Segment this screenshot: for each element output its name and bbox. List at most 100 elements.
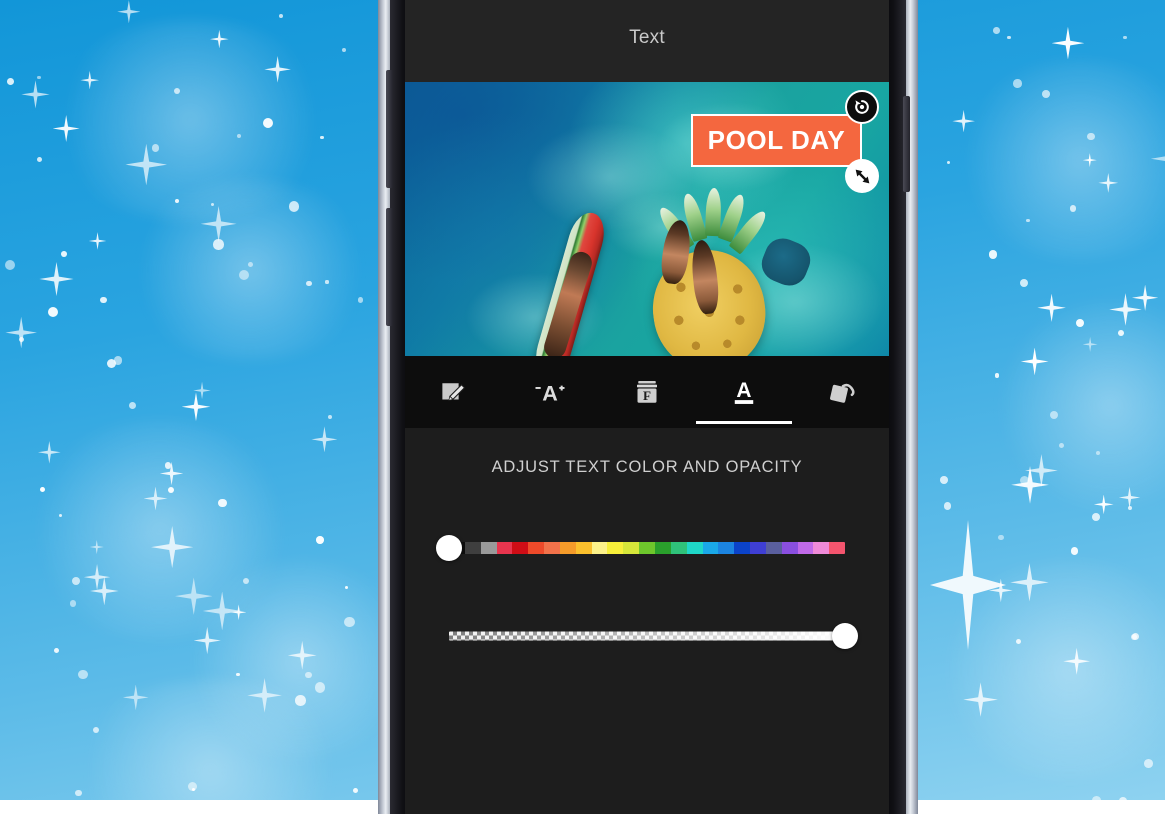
sparkle-dot	[1020, 476, 1029, 485]
sparkle-dot	[1071, 547, 1078, 554]
sparkle-star	[39, 262, 73, 296]
phone-device-mockup: Text POOL D	[378, 0, 918, 814]
sparkle-dot	[940, 476, 948, 484]
tab-edit-text[interactable]	[405, 356, 502, 428]
diagonal-resize-arrow-icon	[852, 166, 873, 187]
sparkle-dot	[1042, 90, 1050, 98]
color-slider-track[interactable]	[449, 542, 845, 554]
color-swatch[interactable]	[512, 542, 528, 554]
tab-background-fill[interactable]	[792, 356, 889, 428]
color-swatch[interactable]	[734, 542, 750, 554]
color-swatch[interactable]	[607, 542, 623, 554]
sparkle-dot	[998, 535, 1004, 541]
sparkle-dot	[48, 307, 59, 318]
photo-canvas[interactable]: POOL DAY	[405, 82, 889, 356]
color-swatch[interactable]	[750, 542, 766, 554]
sparkle-dot	[37, 157, 42, 162]
svg-text:A: A	[542, 382, 558, 406]
color-swatch[interactable]	[687, 542, 703, 554]
color-swatch[interactable]	[782, 542, 798, 554]
sparkle-dot	[342, 48, 346, 52]
color-swatch[interactable]	[623, 542, 639, 554]
color-swatch[interactable]	[655, 542, 671, 554]
sparkle-dot	[107, 359, 116, 368]
sparkle-dot	[305, 672, 312, 679]
color-swatch[interactable]	[544, 542, 560, 554]
screen-title-bar: Text	[405, 0, 889, 82]
sparkle-dot	[289, 201, 300, 212]
resize-handle-icon[interactable]	[845, 159, 879, 193]
sparkle-dot	[1007, 36, 1011, 40]
sparkle-dot	[315, 682, 325, 692]
tab-text-color[interactable]: A	[695, 356, 792, 428]
tab-active-underline	[696, 421, 792, 424]
sparkle-dot	[100, 297, 107, 304]
sparkle-dot	[72, 577, 80, 585]
color-swatch[interactable]	[497, 542, 513, 554]
sparkle-dot	[37, 76, 40, 79]
opacity-slider-track[interactable]	[449, 632, 845, 641]
color-swatch[interactable]	[798, 542, 814, 554]
power-button[interactable]	[903, 96, 910, 192]
tab-text-size[interactable]: A	[502, 356, 599, 428]
sparkle-dot	[353, 788, 358, 793]
color-swatch[interactable]	[560, 542, 576, 554]
volume-up-button[interactable]	[386, 70, 393, 188]
sparkle-dot	[1092, 796, 1101, 800]
sparkle-dot	[1059, 443, 1064, 448]
color-swatch[interactable]	[576, 542, 592, 554]
text-overlay-box[interactable]: POOL DAY	[691, 114, 862, 167]
sparkle-star	[89, 232, 107, 250]
color-swatch[interactable]	[481, 542, 497, 554]
tab-font[interactable]: F	[599, 356, 696, 428]
sparkle-dot	[328, 415, 332, 419]
edit-text-icon	[438, 377, 468, 407]
sparkle-star	[311, 426, 337, 452]
color-swatch[interactable]	[766, 542, 782, 554]
sparkle-dot	[239, 270, 249, 280]
sparkle-dot	[1013, 79, 1021, 87]
color-swatch[interactable]	[528, 542, 544, 554]
text-size-icon: A	[533, 377, 567, 407]
selected-text-object[interactable]: POOL DAY	[691, 114, 862, 167]
sparkle-dot	[995, 373, 999, 377]
rotate-ccw-icon	[852, 97, 872, 117]
volume-down-button[interactable]	[386, 208, 393, 326]
opacity-slider-thumb[interactable]	[832, 623, 858, 649]
color-swatch[interactable]	[703, 542, 719, 554]
pineapple-leaf	[705, 188, 722, 236]
sparkle-dot	[316, 536, 324, 544]
sparkle-dot	[1118, 330, 1124, 336]
sparkle-dot	[993, 27, 1000, 34]
rotate-handle-icon[interactable]	[845, 90, 879, 124]
cloud-glow	[120, 180, 380, 360]
sparkle-dot	[1092, 513, 1100, 521]
color-slider-row[interactable]	[449, 531, 845, 565]
sparkle-dot	[1144, 759, 1153, 768]
sparkle-dot	[5, 260, 15, 270]
sparkle-dot	[93, 727, 99, 733]
color-swatch[interactable]	[465, 542, 481, 554]
panel-instruction-label: ADJUST TEXT COLOR AND OPACITY	[405, 458, 889, 477]
sparkle-dot	[358, 297, 364, 303]
sparkle-dot	[1050, 411, 1058, 419]
color-swatch[interactable]	[639, 542, 655, 554]
color-swatch[interactable]	[813, 542, 829, 554]
cloud-glow	[950, 60, 1165, 260]
sparkle-dot	[295, 695, 306, 706]
text-overlay-label: POOL DAY	[708, 125, 846, 156]
color-swatch[interactable]	[829, 542, 845, 554]
page-title: Text	[629, 27, 665, 49]
svg-text:F: F	[643, 388, 651, 403]
sparkle-star	[5, 317, 37, 349]
opacity-slider-row[interactable]	[449, 619, 845, 653]
color-slider-thumb[interactable]	[436, 535, 462, 561]
sparkle-dot	[19, 337, 24, 342]
sparkle-dot	[213, 239, 223, 249]
phone-screen: Text POOL D	[405, 0, 889, 814]
sparkle-dot	[1020, 279, 1028, 287]
color-swatch[interactable]	[671, 542, 687, 554]
color-swatch[interactable]	[592, 542, 608, 554]
color-swatch[interactable]	[718, 542, 734, 554]
sparkle-dot	[1123, 36, 1126, 39]
